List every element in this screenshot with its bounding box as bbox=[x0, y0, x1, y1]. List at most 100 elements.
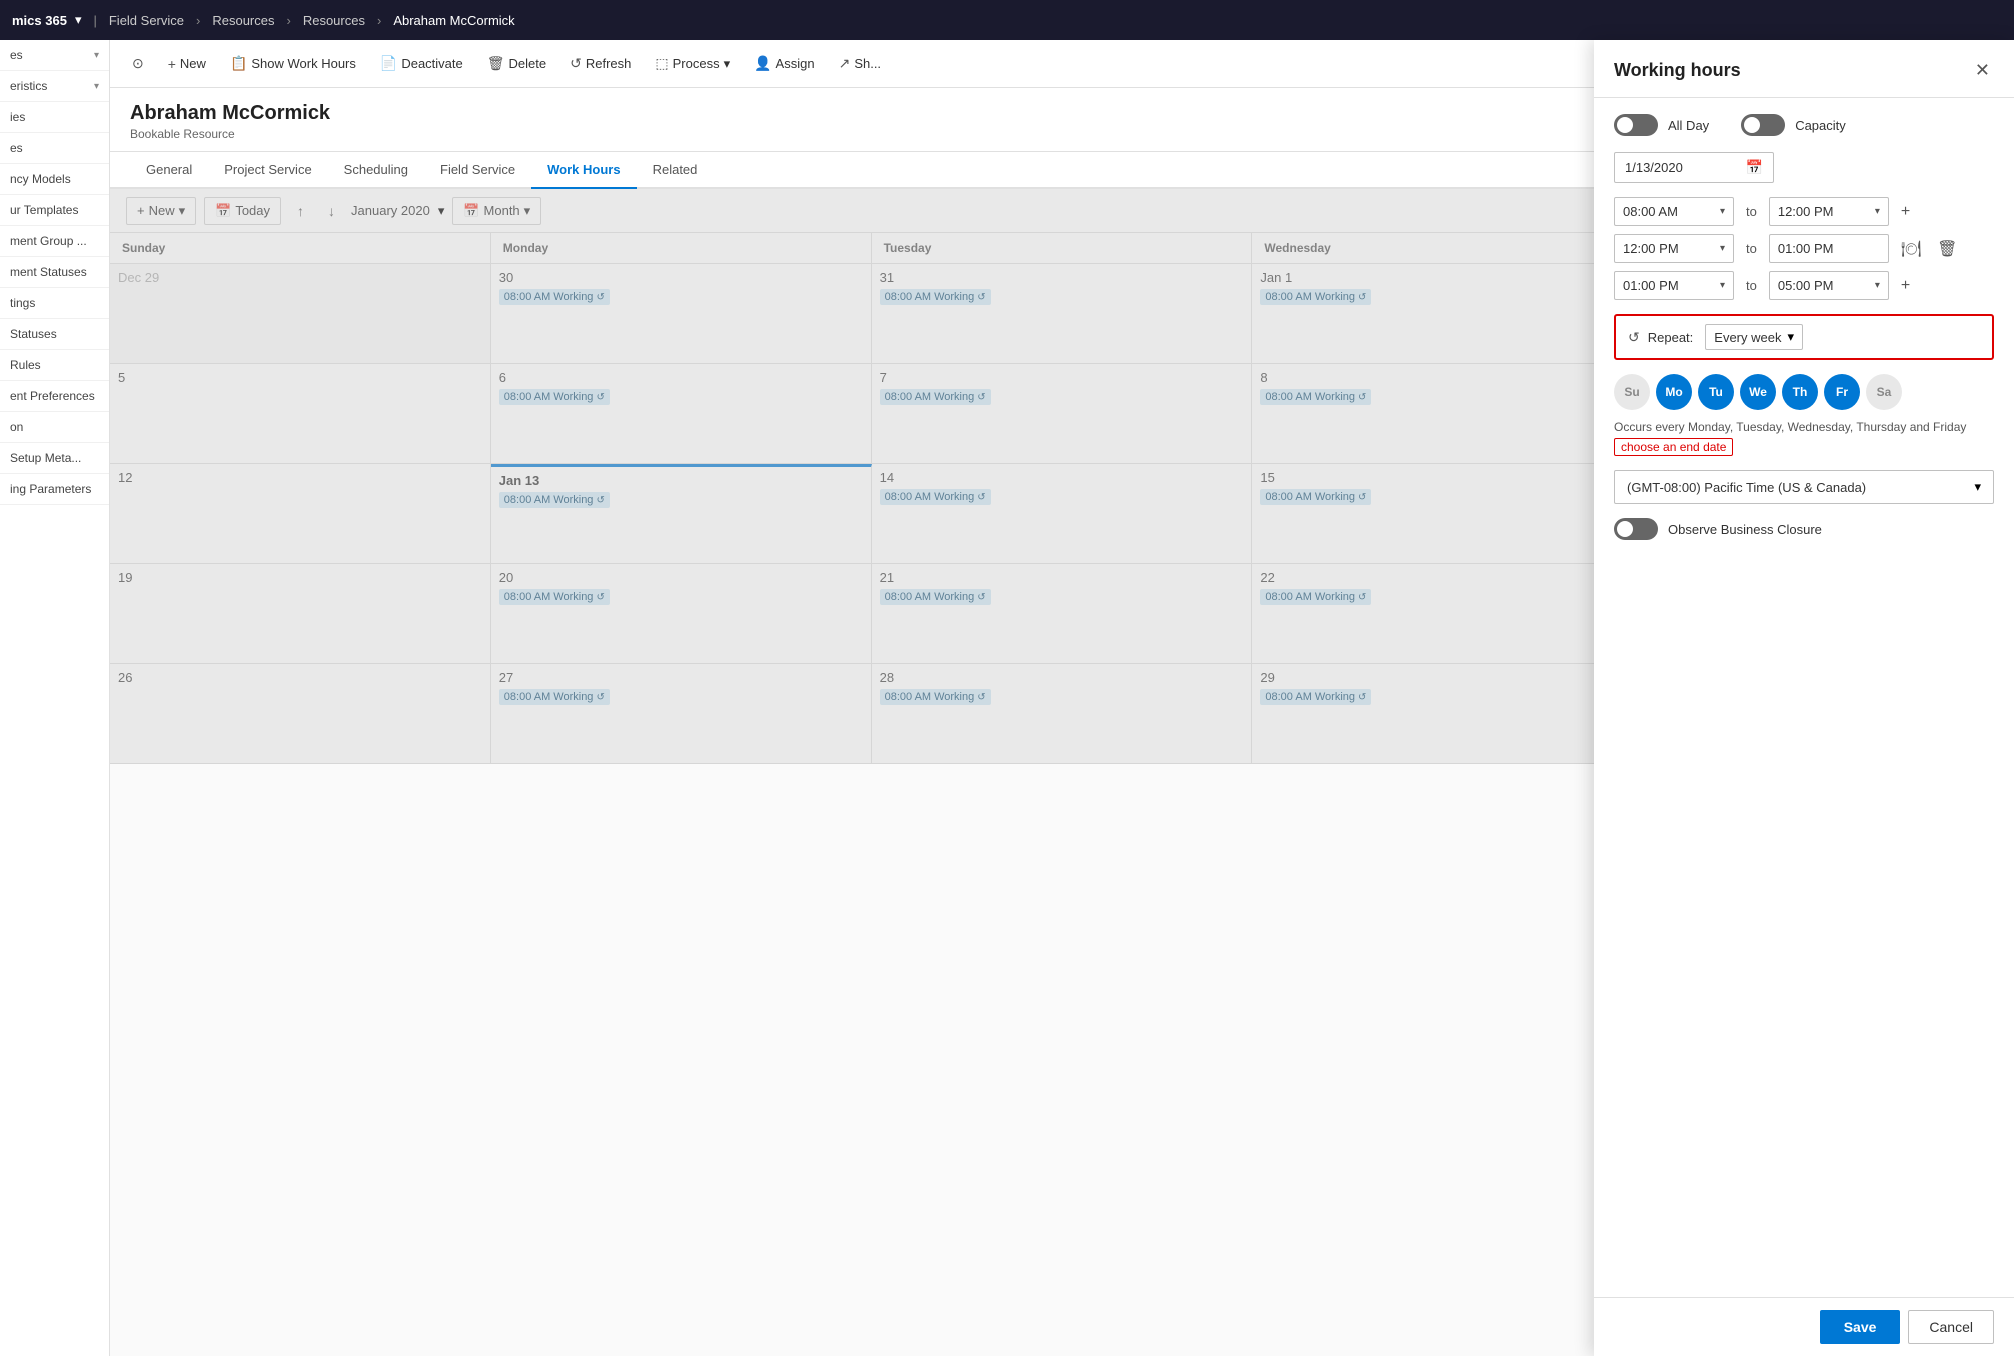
add-time-row-3-button[interactable]: + bbox=[1897, 273, 1914, 299]
delete-time-row-2-button[interactable]: 🗑 bbox=[1933, 235, 1961, 263]
nav-up-button[interactable]: ↑ bbox=[289, 198, 312, 224]
tab-work-hours[interactable]: Work Hours bbox=[531, 152, 636, 189]
sidebar-item-tings[interactable]: tings bbox=[0, 288, 109, 319]
tab-scheduling[interactable]: Scheduling bbox=[328, 152, 424, 189]
day-we-button[interactable]: We bbox=[1740, 374, 1776, 410]
capacity-toggle[interactable] bbox=[1741, 114, 1785, 136]
sidebar-item-3[interactable]: es bbox=[0, 133, 109, 164]
share-button[interactable]: ↗ Sh... bbox=[829, 49, 891, 78]
cell-jan6[interactable]: 6 08:00 AM Working ↺ bbox=[491, 364, 872, 464]
all-day-toggle[interactable] bbox=[1614, 114, 1658, 136]
cell-jan27[interactable]: 27 08:00 AM Working ↺ bbox=[491, 664, 872, 764]
day-sa-button[interactable]: Sa bbox=[1866, 374, 1902, 410]
tab-related[interactable]: Related bbox=[637, 152, 714, 189]
module-label[interactable]: Field Service bbox=[109, 13, 184, 28]
sidebar-item-setup[interactable]: Setup Meta... bbox=[0, 443, 109, 474]
breadcrumb-resources-2[interactable]: Resources bbox=[303, 13, 365, 28]
cell-jan12[interactable]: 12 bbox=[110, 464, 491, 564]
business-closure-toggle[interactable] bbox=[1614, 518, 1658, 540]
sidebar-item-statuses2[interactable]: Statuses bbox=[0, 319, 109, 350]
deactivate-button[interactable]: 📄 Deactivate bbox=[370, 49, 473, 78]
choose-end-date-link[interactable]: choose an end date bbox=[1614, 438, 1733, 456]
date-field[interactable]: 1/13/2020 📅 bbox=[1614, 152, 1774, 183]
cell-dec31[interactable]: 31 08:00 AM Working ↺ bbox=[872, 264, 1253, 364]
cell-jan22[interactable]: 22 08:00 AM Working ↺ bbox=[1252, 564, 1633, 664]
time-from-1[interactable]: 08:00 AM ▾ bbox=[1614, 197, 1734, 226]
day-fr-button[interactable]: Fr bbox=[1824, 374, 1860, 410]
sidebar-item-2[interactable]: ies bbox=[0, 102, 109, 133]
time-to-chevron-1: ▾ bbox=[1875, 206, 1880, 217]
nav-down-button[interactable]: ↓ bbox=[320, 198, 343, 224]
cancel-button[interactable]: Cancel bbox=[1908, 1310, 1994, 1344]
month-button[interactable]: 📅 Month ▾ bbox=[452, 197, 541, 225]
timezone-select[interactable]: (GMT-08:00) Pacific Time (US & Canada) ▾ bbox=[1614, 470, 1994, 504]
tab-general[interactable]: General bbox=[130, 152, 208, 189]
work-badge-jan15: 08:00 AM Working ↺ bbox=[1260, 489, 1371, 505]
cell-jan7[interactable]: 7 08:00 AM Working ↺ bbox=[872, 364, 1253, 464]
tab-project-service[interactable]: Project Service bbox=[208, 152, 327, 189]
calendar-new-button[interactable]: + New ▾ bbox=[126, 197, 196, 225]
add-time-row-1-button[interactable]: + bbox=[1897, 199, 1914, 225]
timezone-chevron: ▾ bbox=[1974, 479, 1981, 495]
cell-jan29[interactable]: 29 08:00 AM Working ↺ bbox=[1252, 664, 1633, 764]
work-label-jan14: Working bbox=[934, 491, 974, 503]
cell-jan21[interactable]: 21 08:00 AM Working ↺ bbox=[872, 564, 1253, 664]
panel-close-button[interactable]: ✕ bbox=[1971, 56, 1994, 85]
app-name[interactable]: mics 365 bbox=[12, 13, 67, 28]
work-label-jan13: Working bbox=[553, 494, 593, 506]
tab-field-service[interactable]: Field Service bbox=[424, 152, 531, 189]
repeat-icon-jan22: ↺ bbox=[1358, 592, 1366, 603]
sidebar-item-on[interactable]: on bbox=[0, 412, 109, 443]
cell-dec30[interactable]: 30 08:00 AM Working ↺ bbox=[491, 264, 872, 364]
breadcrumb-resources-1[interactable]: Resources bbox=[212, 13, 274, 28]
process-button[interactable]: ⬚ Process ▾ bbox=[645, 49, 740, 78]
delete-button[interactable]: 🗑 Delete bbox=[477, 49, 556, 78]
day-mo-button[interactable]: Mo bbox=[1656, 374, 1692, 410]
time-to-3[interactable]: 05:00 PM ▾ bbox=[1769, 271, 1889, 300]
day-th-button[interactable]: Th bbox=[1782, 374, 1818, 410]
sidebar-item-1[interactable]: eristics ▾ bbox=[0, 71, 109, 102]
cell-jan5[interactable]: 5 bbox=[110, 364, 491, 464]
cell-dec29[interactable]: Dec 29 bbox=[110, 264, 491, 364]
refresh-button[interactable]: ↺ Refresh bbox=[560, 49, 641, 78]
cell-jan13[interactable]: Jan 13 08:00 AM Working ↺ bbox=[491, 464, 872, 564]
sidebar-item-0[interactable]: es ▾ bbox=[0, 40, 109, 71]
sidebar-item-templates[interactable]: ur Templates bbox=[0, 195, 109, 226]
sidebar-item-rules[interactable]: Rules bbox=[0, 350, 109, 381]
sidebar-label-1: eristics bbox=[10, 79, 47, 93]
cell-jan26[interactable]: 26 bbox=[110, 664, 491, 764]
date-jan22: 22 bbox=[1260, 570, 1624, 585]
show-work-hours-button[interactable]: 📋 Show Work Hours bbox=[220, 49, 366, 78]
time-from-2[interactable]: 12:00 PM ▾ bbox=[1614, 234, 1734, 263]
cell-jan1[interactable]: Jan 1 08:00 AM Working ↺ bbox=[1252, 264, 1633, 364]
break-time-row-2-button[interactable]: 🍽 bbox=[1897, 235, 1925, 263]
today-button[interactable]: 📅 Today bbox=[204, 197, 281, 225]
sidebar-item-ncy-models[interactable]: ncy Models bbox=[0, 164, 109, 195]
cell-jan19[interactable]: 19 bbox=[110, 564, 491, 664]
clock-button[interactable]: ⊙ bbox=[122, 49, 154, 78]
sidebar-item-preferences[interactable]: ent Preferences bbox=[0, 381, 109, 412]
save-button[interactable]: Save bbox=[1820, 1310, 1901, 1344]
repeat-icon-jan6: ↺ bbox=[596, 392, 604, 403]
cell-jan14[interactable]: 14 08:00 AM Working ↺ bbox=[872, 464, 1253, 564]
time-to-1[interactable]: 12:00 PM ▾ bbox=[1769, 197, 1889, 226]
work-time-jan13: 08:00 AM bbox=[504, 494, 550, 506]
app-chevron[interactable]: ▾ bbox=[75, 12, 82, 28]
sidebar-item-statuses[interactable]: ment Statuses bbox=[0, 257, 109, 288]
sidebar-item-params[interactable]: ing Parameters bbox=[0, 474, 109, 505]
day-su-button[interactable]: Su bbox=[1614, 374, 1650, 410]
time-from-3[interactable]: 01:00 PM ▾ bbox=[1614, 271, 1734, 300]
new-button[interactable]: + New bbox=[158, 50, 216, 78]
cell-jan8[interactable]: 8 08:00 AM Working ↺ bbox=[1252, 364, 1633, 464]
work-badge-jan28: 08:00 AM Working ↺ bbox=[880, 689, 991, 705]
day-tu-button[interactable]: Tu bbox=[1698, 374, 1734, 410]
cell-jan20[interactable]: 20 08:00 AM Working ↺ bbox=[491, 564, 872, 664]
work-time-jan21: 08:00 AM bbox=[885, 591, 931, 603]
cell-jan15[interactable]: 15 08:00 AM Working ↺ bbox=[1252, 464, 1633, 564]
sidebar-label-6: ment Group ... bbox=[10, 234, 87, 248]
sidebar-item-group[interactable]: ment Group ... bbox=[0, 226, 109, 257]
repeat-value-select[interactable]: Every week ▾ bbox=[1705, 324, 1803, 350]
assign-button[interactable]: 👤 Assign bbox=[744, 49, 824, 78]
cell-jan28[interactable]: 28 08:00 AM Working ↺ bbox=[872, 664, 1253, 764]
time-to-2[interactable]: 01:00 PM bbox=[1769, 234, 1889, 263]
